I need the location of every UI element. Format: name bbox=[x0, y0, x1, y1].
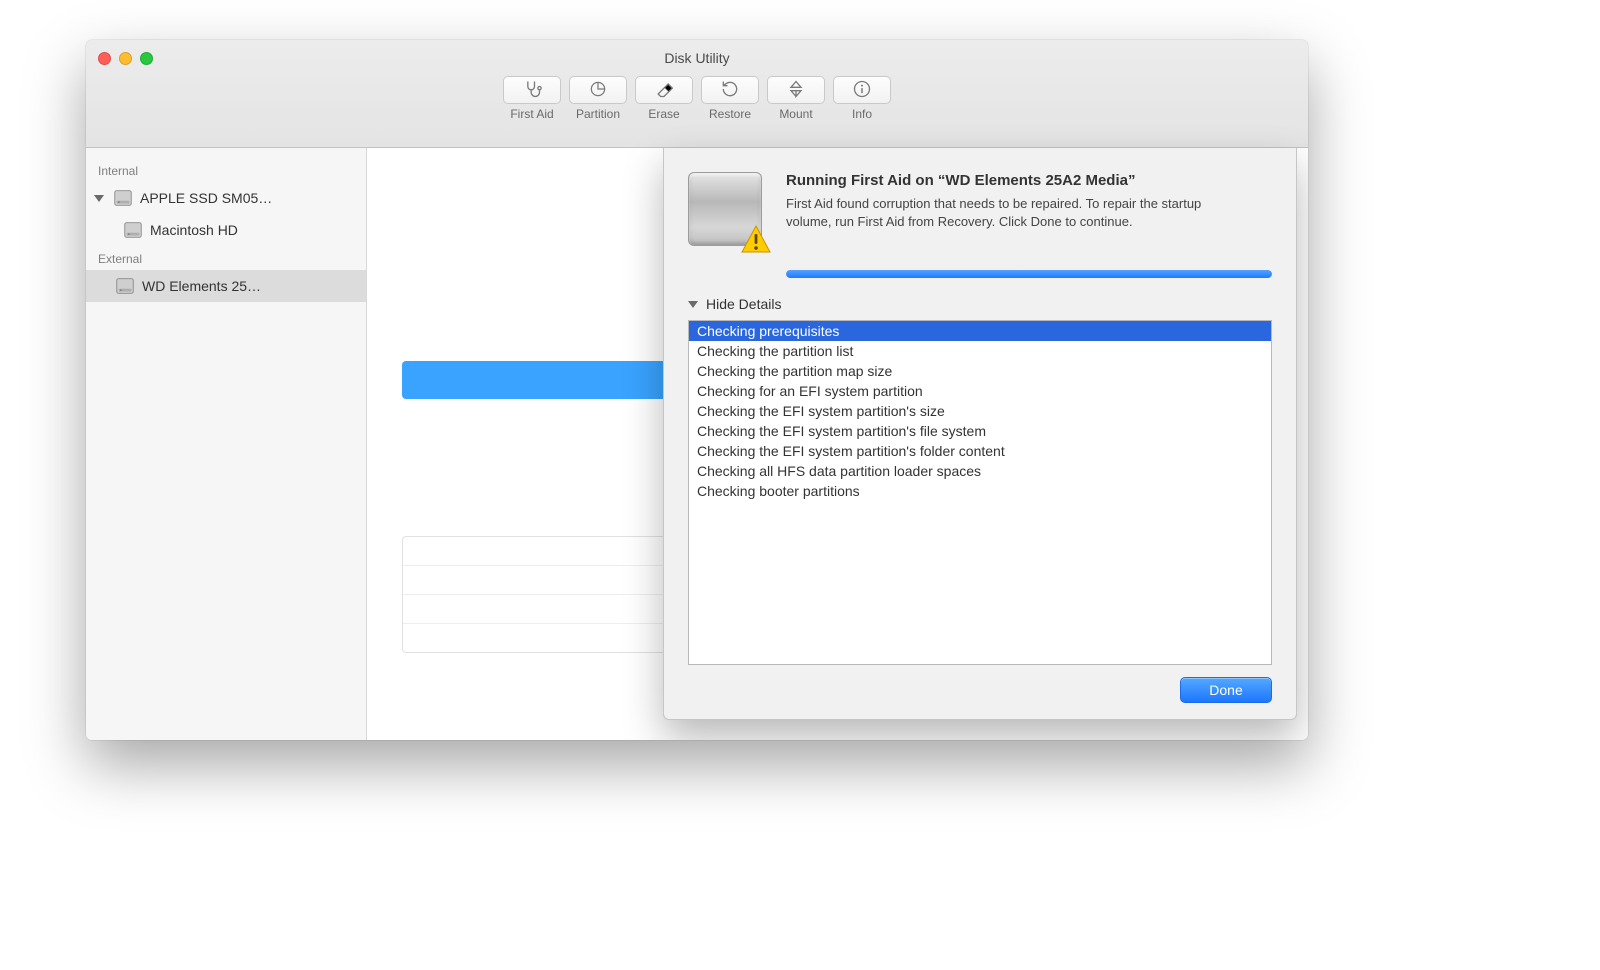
disk-utility-window: Disk Utility First Aid Partition Erase R… bbox=[86, 40, 1308, 740]
mount-button[interactable] bbox=[767, 76, 825, 104]
details-toggle-label: Hide Details bbox=[706, 296, 781, 312]
log-line[interactable]: Checking the partition list bbox=[689, 341, 1271, 361]
sidebar-section-external: External bbox=[86, 246, 366, 270]
window-title: Disk Utility bbox=[206, 50, 1308, 66]
info-icon bbox=[852, 79, 872, 102]
progress-bar bbox=[786, 270, 1272, 278]
minimize-window-button[interactable] bbox=[119, 52, 132, 65]
log-line[interactable]: Checking prerequisites bbox=[689, 321, 1271, 341]
toolbar: First Aid Partition Erase Restore Mount … bbox=[86, 76, 1308, 127]
first-aid-label: First Aid bbox=[510, 107, 553, 121]
partition-label: Partition bbox=[576, 107, 620, 121]
info-button[interactable] bbox=[833, 76, 891, 104]
log-line[interactable]: Checking the EFI system partition's size bbox=[689, 401, 1271, 421]
first-aid-icon bbox=[522, 79, 542, 102]
restore-label: Restore bbox=[709, 107, 751, 121]
done-button-label: Done bbox=[1209, 682, 1242, 698]
erase-label: Erase bbox=[648, 107, 679, 121]
restore-button[interactable] bbox=[701, 76, 759, 104]
sidebar: Internal APPLE SSD SM05… Macintosh HD Ex… bbox=[86, 148, 367, 740]
log-line[interactable]: Checking the partition map size bbox=[689, 361, 1271, 381]
close-window-button[interactable] bbox=[98, 52, 111, 65]
partition-button[interactable] bbox=[569, 76, 627, 104]
sidebar-item-internal-disk[interactable]: APPLE SSD SM05… bbox=[86, 182, 366, 214]
log-line[interactable]: Checking for an EFI system partition bbox=[689, 381, 1271, 401]
sidebar-item-label: WD Elements 25… bbox=[142, 278, 366, 294]
sidebar-item-external-disk[interactable]: WD Elements 25… bbox=[86, 270, 366, 302]
erase-button[interactable] bbox=[635, 76, 693, 104]
disclosure-triangle-icon bbox=[688, 301, 698, 308]
log-line[interactable]: Checking the EFI system partition's fold… bbox=[689, 441, 1271, 461]
info-label: Info bbox=[852, 107, 872, 121]
log-line[interactable]: Checking booter partitions bbox=[689, 481, 1271, 501]
erase-icon bbox=[654, 79, 674, 102]
sheet-title: Running First Aid on “WD Elements 25A2 M… bbox=[786, 172, 1226, 189]
sidebar-item-internal-volume[interactable]: Macintosh HD bbox=[86, 214, 366, 246]
restore-icon bbox=[720, 79, 740, 102]
hard-drive-icon bbox=[122, 219, 144, 241]
maximize-window-button[interactable] bbox=[140, 52, 153, 65]
hard-drive-icon bbox=[114, 275, 136, 297]
first-aid-log[interactable]: Checking prerequisitesChecking the parti… bbox=[688, 320, 1272, 665]
traffic-lights bbox=[86, 52, 206, 65]
mount-label: Mount bbox=[779, 107, 812, 121]
warning-badge-icon bbox=[740, 224, 772, 256]
sidebar-section-internal: Internal bbox=[86, 158, 366, 182]
log-line[interactable]: Checking all HFS data partition loader s… bbox=[689, 461, 1271, 481]
sidebar-item-label: APPLE SSD SM05… bbox=[140, 190, 366, 206]
partition-icon bbox=[588, 79, 608, 102]
mount-icon bbox=[786, 79, 806, 102]
done-button[interactable]: Done bbox=[1180, 677, 1272, 703]
disclosure-triangle-icon[interactable] bbox=[94, 195, 104, 202]
main-content: 1 TB 3 Disk disk2 Running First Aid on “… bbox=[367, 148, 1308, 740]
sidebar-item-label: Macintosh HD bbox=[150, 222, 366, 238]
log-line[interactable]: Checking the EFI system partition's file… bbox=[689, 421, 1271, 441]
first-aid-disk-icon bbox=[688, 172, 766, 250]
hard-drive-icon bbox=[112, 187, 134, 209]
first-aid-button[interactable] bbox=[503, 76, 561, 104]
titlebar: Disk Utility First Aid Partition Erase R… bbox=[86, 40, 1308, 148]
details-toggle[interactable]: Hide Details bbox=[688, 290, 1272, 320]
first-aid-sheet: Running First Aid on “WD Elements 25A2 M… bbox=[663, 148, 1297, 720]
sheet-message: First Aid found corruption that needs to… bbox=[786, 195, 1226, 231]
